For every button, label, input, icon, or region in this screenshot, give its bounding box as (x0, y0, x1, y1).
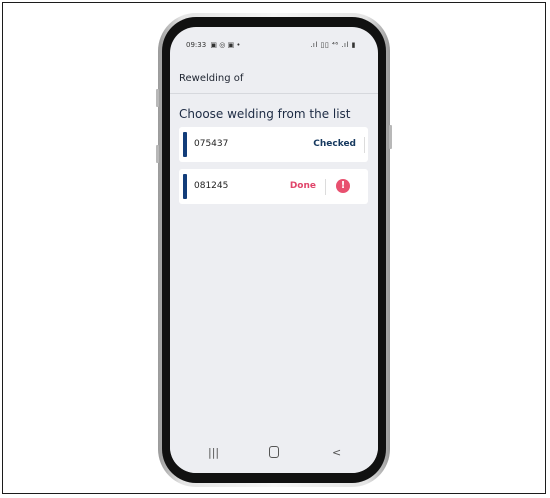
card-divider (325, 179, 326, 195)
welding-item-081245[interactable]: 081245 Done ! (179, 169, 368, 204)
phone-side-button (156, 145, 159, 163)
welding-status-checked: Checked (313, 139, 356, 149)
status-time: 09:33 ▣ ◎ ▣ • (186, 41, 241, 49)
phone-side-button (156, 89, 159, 107)
phone-device: 09:33 ▣ ◎ ▣ • .ıl ▯▯ ⁴⁶ .ıl ▮ Rewelding … (156, 13, 392, 487)
clock: 09:33 (186, 41, 207, 49)
home-button[interactable] (269, 446, 279, 458)
card-accent-bar (183, 174, 187, 199)
welding-status-done: Done (289, 181, 316, 191)
phone-screen: 09:33 ▣ ◎ ▣ • .ıl ▯▯ ⁴⁶ .ıl ▮ Rewelding … (170, 27, 378, 473)
welding-number: 075437 (194, 139, 229, 149)
navigation-bar: ||| < (170, 437, 378, 473)
back-button[interactable]: < (332, 447, 341, 459)
card-divider (364, 137, 365, 153)
app-bar: Rewelding of (170, 63, 378, 94)
notification-icons: ▣ ◎ ▣ • (210, 41, 241, 49)
page-title: Rewelding of (179, 73, 244, 84)
welding-number: 081245 (194, 181, 229, 191)
status-bar: 09:33 ▣ ◎ ▣ • .ıl ▯▯ ⁴⁶ .ıl ▮ (170, 27, 378, 63)
phone-side-button (389, 125, 392, 149)
alert-icon[interactable]: ! (336, 179, 350, 193)
section-heading: Choose welding from the list (179, 107, 351, 121)
card-accent-bar (183, 132, 187, 157)
recents-button[interactable]: ||| (208, 447, 219, 459)
signal-battery-icons: .ıl ▯▯ ⁴⁶ .ıl ▮ (310, 41, 356, 49)
welding-item-075437[interactable]: 075437 Checked (179, 127, 368, 162)
